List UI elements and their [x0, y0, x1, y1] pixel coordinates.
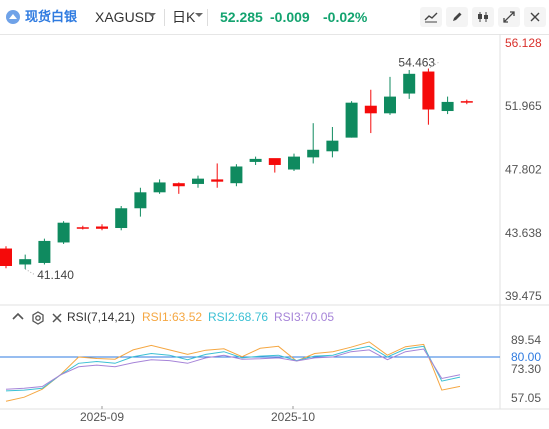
candle-body: [57, 222, 70, 243]
candle-body: [249, 158, 262, 162]
close-icon: [530, 12, 540, 22]
price-tick-label: 56.128: [505, 36, 542, 50]
candle-body: [288, 156, 300, 170]
low-price-label: 41.140: [37, 268, 74, 282]
settings-icon[interactable]: [30, 310, 46, 326]
collapse-icon[interactable]: [10, 310, 26, 326]
candle-body: [153, 182, 166, 193]
candle-body: [115, 208, 128, 229]
quote-header: 现货白银 XAGUSD 日K 52.285 -0.009 -0.02%: [0, 0, 549, 35]
candle-body: [0, 248, 12, 266]
candle-body: [384, 96, 396, 114]
candle-body: [134, 192, 147, 209]
candle-body: [96, 226, 108, 229]
price-change-percent: -0.02%: [323, 9, 368, 25]
expand-icon: [503, 11, 515, 23]
candle-body: [422, 71, 435, 110]
candle-body: [211, 179, 224, 182]
silver-logo-icon: [6, 10, 20, 24]
pencil-icon: [453, 12, 462, 21]
caret-down-icon[interactable]: [194, 10, 204, 20]
last-price: 52.285: [220, 9, 263, 25]
low-price-leader: [24, 268, 36, 276]
price-tick-label: 51.965: [505, 99, 542, 113]
rsi-tick-label: 73.30: [511, 362, 541, 376]
candle-body: [403, 73, 416, 94]
candle-body: [192, 178, 204, 184]
instrument-name[interactable]: 现货白银: [25, 8, 77, 26]
rsi3-value: RSI3:70.05: [274, 310, 335, 324]
instrument-symbol[interactable]: XAGUSD: [95, 8, 154, 26]
candle-body: [345, 102, 358, 138]
candle-body: [326, 140, 339, 152]
candle-body: [364, 105, 377, 114]
rsi-tick-label: 89.54: [511, 333, 541, 347]
price-tick-label: 47.802: [505, 162, 542, 176]
rsi2-value: RSI2:68.76: [208, 310, 269, 324]
price-tick-label: 43.638: [505, 226, 542, 240]
chart-type-button[interactable]: [472, 7, 494, 27]
period-selector[interactable]: 日K: [172, 8, 195, 26]
candlestick-icon: [478, 12, 488, 22]
draw-button[interactable]: [446, 7, 468, 27]
line-chart-icon: [424, 12, 438, 23]
line-chart-button[interactable]: [420, 7, 442, 27]
rsi1-value: RSI1:63.52: [142, 310, 203, 324]
rsi-series-line: [5, 341, 461, 402]
time-tick-label: 2025-10: [271, 410, 315, 424]
candle-body: [230, 166, 243, 184]
divider: [164, 9, 165, 26]
candle-body: [441, 101, 454, 112]
price-tick-label: 39.475: [505, 289, 542, 303]
time-tick-label: 2025-09: [80, 410, 124, 424]
candle-body: [307, 149, 320, 158]
close-button[interactable]: [524, 7, 546, 27]
expand-button[interactable]: [498, 7, 520, 27]
candle-body: [268, 158, 281, 165]
rsi-tick-label: 57.05: [511, 391, 541, 405]
price-change: -0.009: [270, 9, 310, 25]
price-chart[interactable]: 56.12851.96547.80243.63839.47554.46341.1…: [0, 34, 549, 429]
candle-body: [76, 227, 89, 229]
candle-body: [38, 240, 51, 263]
divider: [207, 9, 208, 26]
candle-body: [460, 101, 473, 103]
candle-body: [172, 183, 185, 187]
close-indicator-icon[interactable]: [49, 310, 65, 326]
caret-down-icon[interactable]: [147, 10, 157, 20]
candle-body: [19, 259, 32, 265]
rsi-indicator-title: RSI(7,14,21): [67, 310, 136, 324]
